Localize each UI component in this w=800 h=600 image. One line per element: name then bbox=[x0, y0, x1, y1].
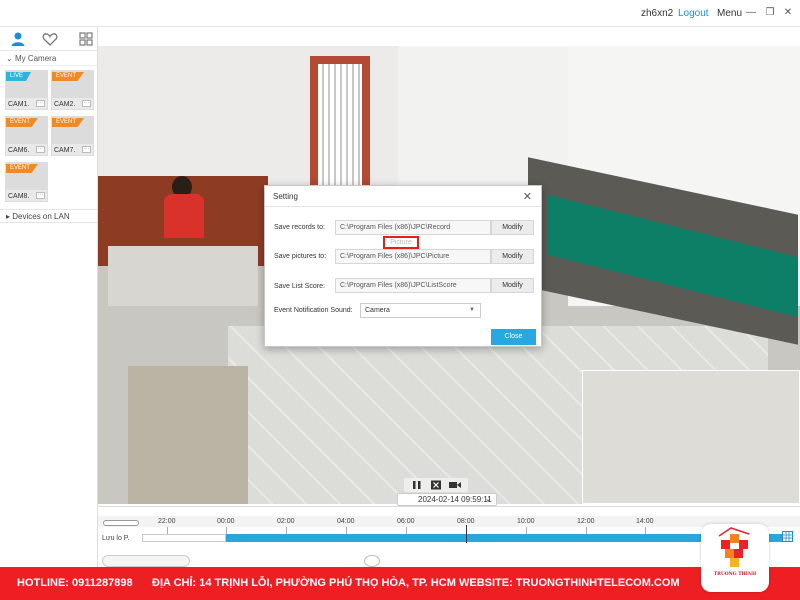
setting-dialog: Setting ✕ Save records to: C:\Program Fi… bbox=[264, 185, 542, 347]
camera-name: CAM8. bbox=[8, 193, 30, 200]
notification-sound-label: Event Notification Sound: bbox=[274, 307, 353, 314]
timeline-hour-label: 10:00 bbox=[517, 518, 535, 525]
timeline-hour-scale bbox=[98, 516, 800, 527]
timeline-hour-label: 12:00 bbox=[577, 518, 595, 525]
secondary-video-inset[interactable] bbox=[582, 370, 800, 504]
camera-tile[interactable]: EVENT CAM8. ··· bbox=[5, 162, 48, 202]
camera-tile[interactable]: LIVE CAM1. ··· bbox=[5, 70, 48, 110]
video-header-strip bbox=[98, 27, 800, 46]
list-score-path-field[interactable]: C:\Program Files (x86)\JPC\ListScore bbox=[335, 278, 491, 293]
camera-tile[interactable]: EVENT CAM2. ··· bbox=[51, 70, 94, 110]
dialog-header: Setting ✕ bbox=[265, 186, 541, 207]
date-time-value: 2024-02-14 09:59:11 bbox=[418, 495, 492, 504]
minimize-button[interactable]: — bbox=[744, 6, 758, 20]
more-icon[interactable]: ··· bbox=[82, 100, 91, 107]
pictures-path-field[interactable]: C:\Program Files (x86)\JPC\Picture bbox=[335, 249, 491, 264]
timeline-hour-label: 00:00 bbox=[217, 518, 235, 525]
my-camera-header[interactable]: ⌄ My Camera bbox=[0, 51, 97, 66]
my-camera-label: My Camera bbox=[14, 54, 57, 63]
devices-on-lan[interactable]: ▸ Devices on LAN bbox=[0, 209, 97, 223]
timeline-hour-label: 02:00 bbox=[277, 518, 295, 525]
camera-name: CAM6. bbox=[8, 147, 30, 154]
records-path-field[interactable]: C:\Program Files (x86)\JPC\Record bbox=[335, 220, 491, 235]
pause-icon[interactable] bbox=[410, 479, 424, 491]
records-label: Save records to: bbox=[274, 224, 325, 231]
camera-tile[interactable]: EVENT CAM7. ··· bbox=[51, 116, 94, 156]
camera-name: CAM1. bbox=[8, 101, 30, 108]
close-button[interactable]: Close bbox=[491, 329, 536, 345]
dialog-title: Setting bbox=[273, 192, 298, 201]
logo-icon bbox=[718, 527, 750, 567]
layout-grid-icon[interactable] bbox=[782, 531, 793, 542]
caret-down-icon: ▼ bbox=[469, 307, 475, 313]
video-camera-icon[interactable] bbox=[448, 479, 462, 491]
timeline-playhead[interactable] bbox=[466, 525, 467, 543]
view-mode-switch[interactable] bbox=[102, 555, 190, 567]
timeline-hour-label: 06:00 bbox=[397, 518, 415, 525]
chevron-down-icon: ⌄ bbox=[6, 54, 15, 63]
modify-pictures-button[interactable]: Modify bbox=[491, 249, 534, 264]
notification-sound-select[interactable]: Camera ▼ bbox=[360, 303, 481, 318]
modify-list-score-button[interactable]: Modify bbox=[491, 278, 534, 293]
timeline-hour-label: 14:00 bbox=[636, 518, 654, 525]
footer-banner: HOTLINE: 0911287898 ĐỊA CHỈ: 14 TRỊNH LỖ… bbox=[0, 567, 800, 600]
scene-desk bbox=[108, 246, 258, 306]
camera-name: CAM7. bbox=[54, 147, 76, 154]
logo-text: TRUONG THINH bbox=[713, 572, 757, 577]
date-time-selector[interactable]: 2024-02-14 09:59:11 ⌄ bbox=[397, 493, 497, 506]
scene-boxes bbox=[128, 366, 248, 504]
title-bar: zh6xn2 Logout Menu — ❐ ✕ bbox=[0, 0, 800, 27]
logout-link[interactable]: Logout bbox=[678, 8, 709, 19]
menu-button[interactable]: Menu bbox=[717, 8, 742, 19]
timeline[interactable]: 22:00 00:00 02:00 04:00 06:00 08:00 10:0… bbox=[98, 506, 800, 552]
timeline-zoom-toggle[interactable] bbox=[103, 520, 139, 526]
timeline-recording-segment[interactable] bbox=[226, 534, 782, 542]
devices-label: Devices on LAN bbox=[12, 212, 70, 221]
scene-person bbox=[164, 194, 204, 238]
camera-tile[interactable]: EVENT CAM6. ··· bbox=[5, 116, 48, 156]
modify-records-button[interactable]: Modify bbox=[491, 220, 534, 235]
pictures-label: Save pictures to: bbox=[274, 253, 327, 260]
more-icon[interactable]: ··· bbox=[82, 146, 91, 153]
timeline-hour-label: 04:00 bbox=[337, 518, 355, 525]
stop-icon[interactable] bbox=[429, 479, 443, 491]
heart-icon[interactable] bbox=[41, 30, 59, 48]
path-tooltip: Picture bbox=[383, 236, 419, 249]
sidebar-tabs bbox=[0, 27, 97, 51]
notification-sound-value: Camera bbox=[365, 307, 390, 314]
address-text: ĐỊA CHỈ: 14 TRỊNH LỖI, PHƯỜNG PHÚ THỌ HÒ… bbox=[152, 577, 456, 589]
playback-controls bbox=[404, 478, 468, 492]
more-icon[interactable]: ··· bbox=[36, 146, 45, 153]
sidebar: ⌄ My Camera LIVE CAM1. ··· EVENT CAM2. ·… bbox=[0, 27, 98, 567]
timeline-row-label: Lưu lo P. bbox=[102, 535, 130, 542]
more-icon[interactable]: ··· bbox=[36, 100, 45, 107]
hotline-text: HOTLINE: 0911287898 bbox=[17, 577, 133, 589]
chevron-down-icon: ⌄ bbox=[485, 496, 491, 503]
camera-grid: LIVE CAM1. ··· EVENT CAM2. ··· EVENT CAM… bbox=[0, 66, 97, 224]
website-text: WEBSITE: TRUONGTHINHTELECOM.COM bbox=[459, 577, 680, 589]
grid-icon[interactable] bbox=[77, 30, 95, 48]
bottom-toolbar bbox=[98, 552, 800, 567]
sound-icon[interactable] bbox=[364, 555, 380, 567]
restore-button[interactable]: ❐ bbox=[763, 6, 777, 20]
user-icon[interactable] bbox=[9, 30, 27, 48]
list-score-label: Save List Score: bbox=[274, 283, 325, 290]
brand-logo: TRUONG THINH bbox=[701, 524, 769, 592]
timeline-empty-segment bbox=[142, 534, 226, 542]
timeline-hour-label: 22:00 bbox=[158, 518, 176, 525]
window-close-button[interactable]: ✕ bbox=[781, 6, 795, 20]
camera-name: CAM2. bbox=[54, 101, 76, 108]
close-icon[interactable]: ✕ bbox=[523, 190, 532, 203]
timeline-hour-label: 08:00 bbox=[457, 518, 475, 525]
username-label: zh6xn2 bbox=[641, 8, 674, 19]
more-icon[interactable]: ··· bbox=[36, 192, 45, 199]
